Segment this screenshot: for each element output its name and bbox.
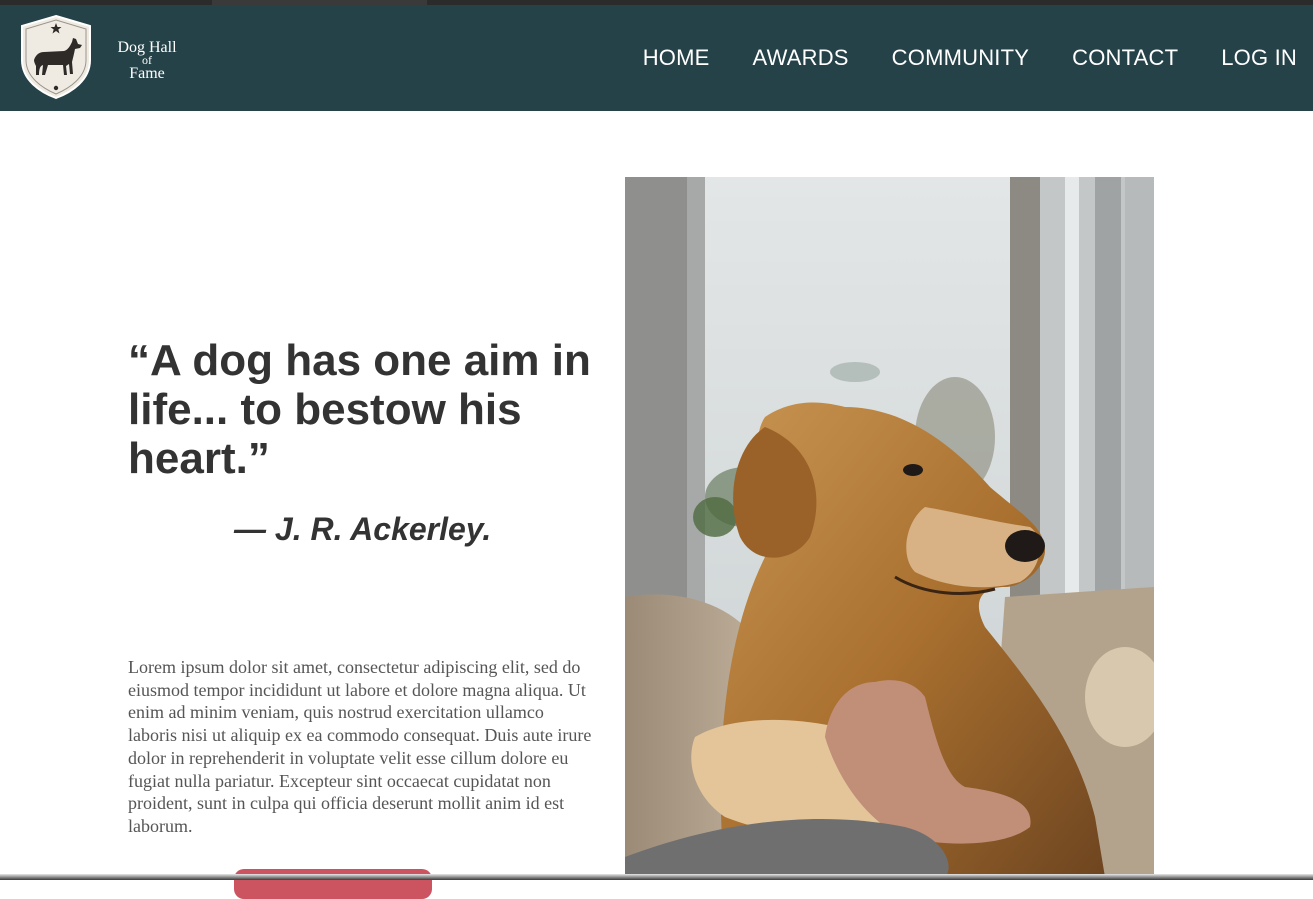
window-bottom-edge bbox=[0, 874, 1313, 880]
logo-text: Dog Hall of Fame bbox=[112, 40, 182, 82]
dog-shield-icon bbox=[21, 14, 91, 100]
hero-body-text: Lorem ipsum dolor sit amet, consectetur … bbox=[128, 657, 592, 836]
site-header: Dog Hall of Fame HOME AWARDS COMMUNITY C… bbox=[0, 5, 1313, 111]
golden-retriever-photo bbox=[625, 177, 1154, 877]
hero-quote: “A dog has one aim in life... to bestow … bbox=[128, 336, 591, 483]
site-logo[interactable]: Dog Hall of Fame bbox=[20, 14, 177, 102]
nav-contact[interactable]: CONTACT bbox=[1072, 45, 1178, 71]
nav-home[interactable]: HOME bbox=[643, 45, 710, 71]
nav-awards[interactable]: AWARDS bbox=[753, 45, 849, 71]
nav-login[interactable]: LOG IN bbox=[1221, 45, 1297, 71]
logo-line-3: Fame bbox=[129, 65, 165, 82]
hero-image bbox=[625, 177, 1154, 877]
main-nav: HOME AWARDS COMMUNITY CONTACT LOG IN bbox=[643, 5, 1313, 111]
nav-community[interactable]: COMMUNITY bbox=[892, 45, 1029, 71]
quote-author: — J. R. Ackerley. bbox=[234, 511, 492, 547]
